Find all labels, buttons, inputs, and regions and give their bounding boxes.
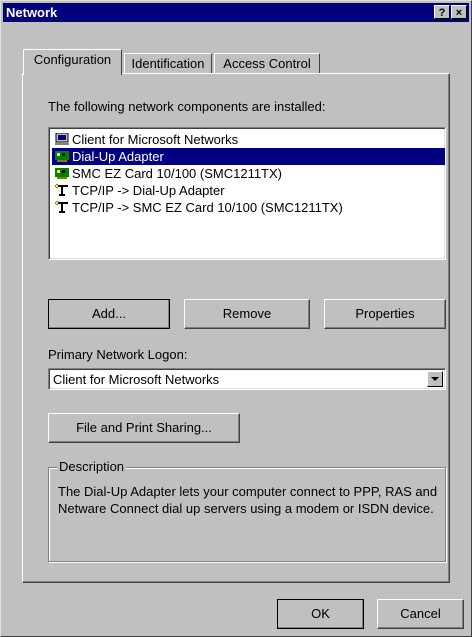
adapter-icon — [55, 168, 69, 179]
list-item-label: SMC EZ Card 10/100 (SMC1211TX) — [72, 166, 282, 181]
list-item[interactable]: SMC EZ Card 10/100 (SMC1211TX) — [52, 165, 285, 182]
tab-identification[interactable]: Identification — [124, 53, 212, 75]
list-item[interactable]: TCP/IP -> SMC EZ Card 10/100 (SMC1211TX) — [52, 199, 346, 216]
primary-logon-select[interactable]: Client for Microsoft Networks — [48, 368, 446, 390]
tab-access-control[interactable]: Access Control — [214, 53, 320, 75]
close-button[interactable]: × — [451, 5, 467, 19]
client-icon — [55, 133, 69, 145]
chevron-down-icon — [431, 377, 439, 381]
list-item[interactable]: TCP/IP -> Dial-Up Adapter — [52, 182, 228, 199]
title-bar[interactable]: Network ? × — [3, 3, 469, 22]
tab-configuration[interactable]: Configuration — [23, 49, 122, 75]
properties-button[interactable]: Properties — [324, 299, 446, 329]
list-item-label: Dial-Up Adapter — [72, 149, 164, 164]
components-list[interactable]: Client for Microsoft Networks Dial-Up Ad… — [48, 127, 446, 260]
list-item-label: TCP/IP -> SMC EZ Card 10/100 (SMC1211TX) — [72, 200, 343, 215]
description-title: Description — [57, 459, 127, 474]
ok-button[interactable]: OK — [277, 599, 364, 629]
description-group: Description The Dial-Up Adapter lets you… — [48, 459, 446, 562]
protocol-icon — [55, 201, 68, 213]
adapter-icon — [55, 151, 69, 162]
description-text: The Dial-Up Adapter lets your computer c… — [58, 484, 438, 516]
components-label: The following network components are ins… — [48, 99, 326, 114]
primary-logon-value: Client for Microsoft Networks — [53, 372, 220, 387]
dropdown-button[interactable] — [427, 371, 443, 387]
list-item-label: Client for Microsoft Networks — [72, 132, 239, 147]
file-print-sharing-button[interactable]: File and Print Sharing... — [48, 413, 240, 443]
cancel-button[interactable]: Cancel — [377, 599, 464, 629]
list-item-label: TCP/IP -> Dial-Up Adapter — [72, 183, 225, 198]
add-button[interactable]: Add... — [48, 299, 170, 329]
network-dialog: Network ? × Configuration Identification… — [0, 0, 472, 637]
protocol-icon — [55, 184, 68, 196]
window-title: Network — [6, 5, 58, 20]
help-button[interactable]: ? — [434, 5, 450, 19]
list-item[interactable]: Client for Microsoft Networks — [52, 131, 241, 148]
primary-logon-label: Primary Network Logon: — [48, 347, 188, 362]
remove-button[interactable]: Remove — [184, 299, 310, 329]
list-item[interactable]: Dial-Up Adapter — [52, 148, 445, 165]
